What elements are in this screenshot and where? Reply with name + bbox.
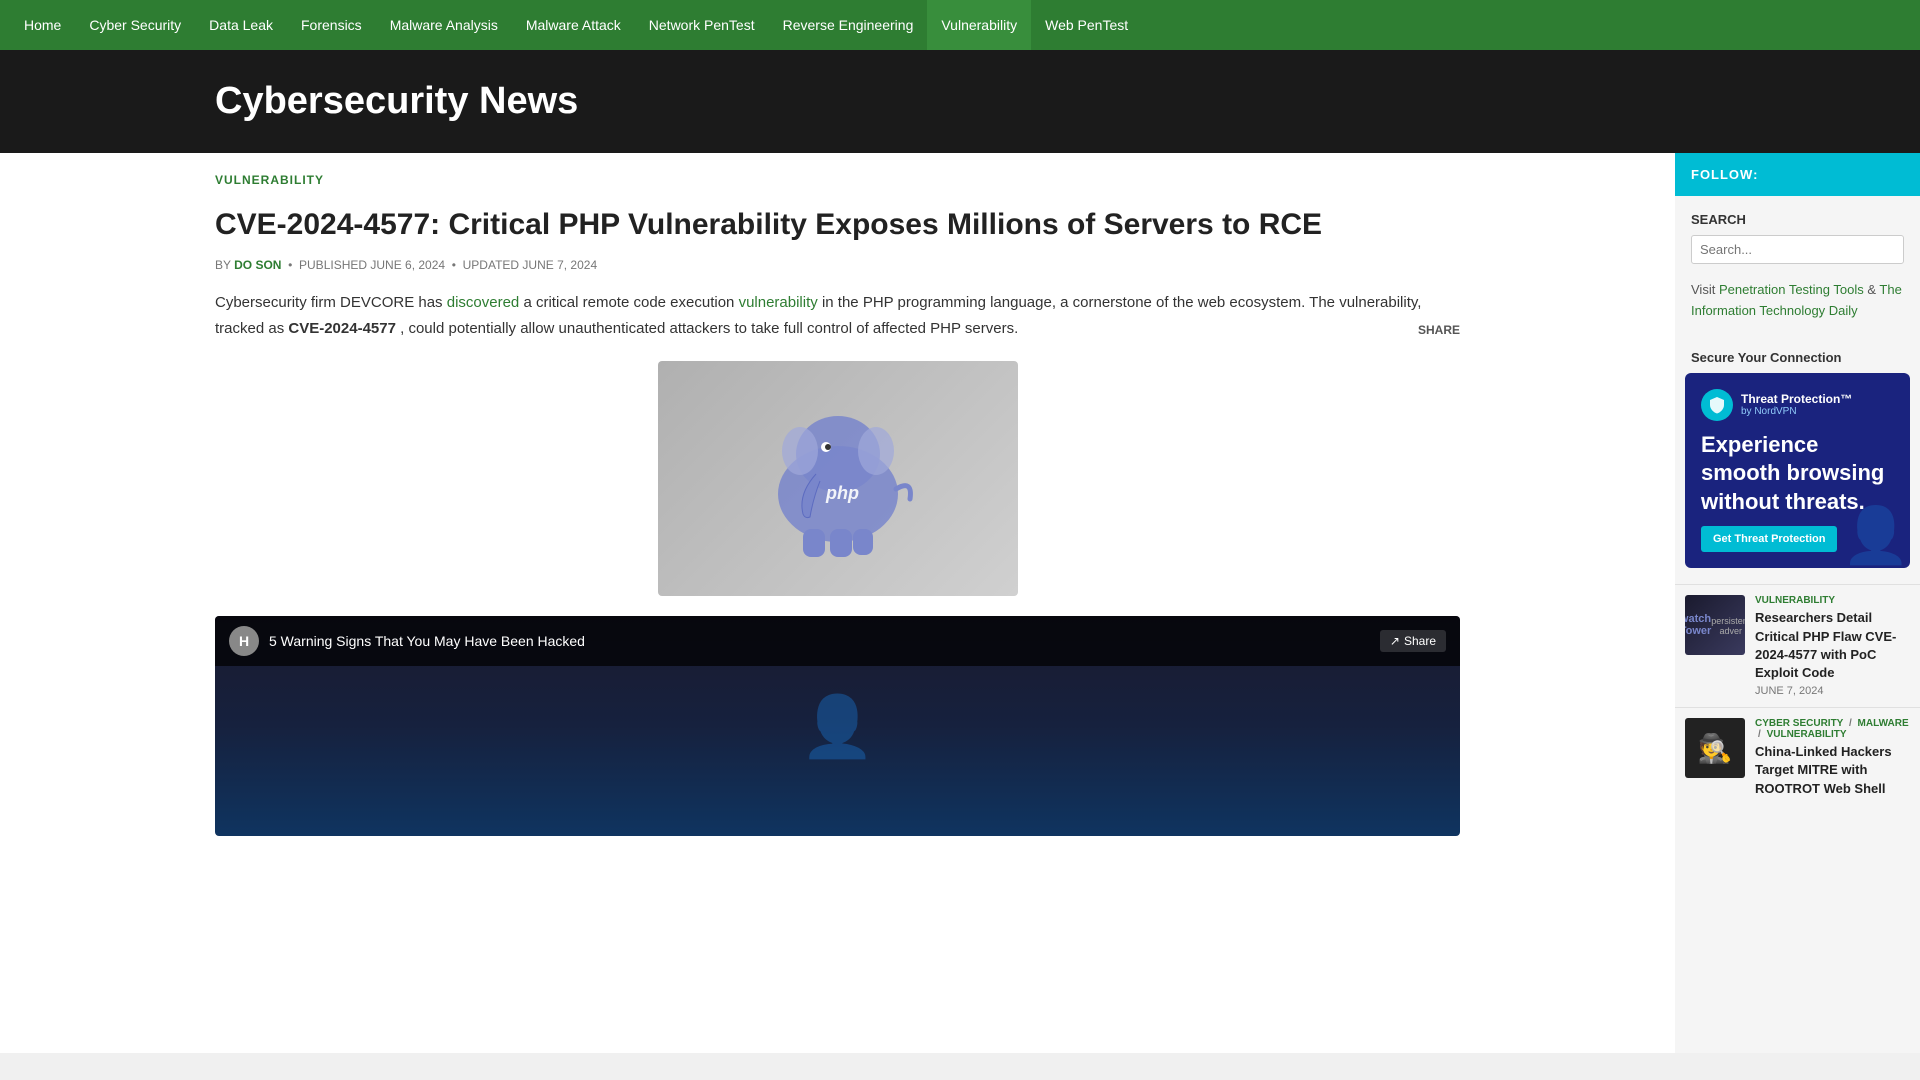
related-category-1: VULNERABILITY [1755, 595, 1910, 606]
discovered-link[interactable]: discovered [447, 294, 520, 311]
related-title-2[interactable]: China-Linked Hackers Target MITRE with R… [1755, 743, 1910, 798]
article-image: php [215, 361, 1460, 596]
visit-text: Visit [1691, 282, 1715, 297]
related-thumb-1: watchTower persistent adver [1685, 595, 1745, 655]
nordvpn-shield-icon [1701, 389, 1733, 421]
cve-id: CVE-2024-4577 [288, 320, 396, 337]
related-article-2[interactable]: 🕵️ CYBER SECURITY / MALWARE / VULNERABIL… [1675, 707, 1920, 811]
sidebar-secure-title: Secure Your Connection [1675, 338, 1920, 373]
svg-text:php: php [825, 483, 859, 503]
nav-cyber-security[interactable]: Cyber Security [75, 0, 195, 50]
related-thumb-2: 🕵️ [1685, 718, 1745, 778]
share-icon: ↗ [1390, 634, 1400, 648]
video-title: 5 Warning Signs That You May Have Been H… [269, 633, 1370, 649]
site-header: Cybersecurity News [0, 50, 1920, 153]
elephant-svg: php [748, 399, 928, 559]
nav-network-pentest[interactable]: Network PenTest [635, 0, 769, 50]
share-label[interactable]: SHARE [1418, 320, 1460, 340]
article-updated: UPDATED JUNE 7, 2024 [463, 258, 598, 272]
breadcrumb: VULNERABILITY [215, 173, 1460, 187]
video-header: H 5 Warning Signs That You May Have Been… [215, 616, 1460, 666]
article-body: Cybersecurity firm DEVCORE has discovere… [215, 290, 1460, 341]
body-text-1: Cybersecurity firm DEVCORE has [215, 294, 443, 311]
sidebar-follow: FOLLOW: [1675, 153, 1920, 196]
sidebar-visit: Visit Penetration Testing Tools & The In… [1675, 280, 1920, 338]
related-date-1: JUNE 7, 2024 [1755, 685, 1910, 697]
nav-malware-analysis[interactable]: Malware Analysis [376, 0, 512, 50]
related-content-1: VULNERABILITY Researchers Detail Critica… [1755, 595, 1910, 697]
article-title: CVE-2024-4577: Critical PHP Vulnerabilit… [215, 205, 1460, 244]
sidebar-search-section: SEARCH [1675, 196, 1920, 280]
site-title: Cybersecurity News [215, 80, 1705, 123]
video-share-label: Share [1404, 634, 1436, 648]
sidebar-search-label: SEARCH [1691, 212, 1904, 227]
related-content-2: CYBER SECURITY / MALWARE / VULNERABILITY… [1755, 718, 1910, 801]
nav-reverse-engineering[interactable]: Reverse Engineering [769, 0, 928, 50]
main-nav: Home Cyber Security Data Leak Forensics … [0, 0, 1920, 50]
search-input[interactable] [1691, 235, 1904, 264]
php-elephant-image: php [658, 361, 1018, 596]
main-content: VULNERABILITY CVE-2024-4577: Critical PH… [0, 153, 1675, 1053]
body-text-1d: , could potentially allow unauthenticate… [400, 320, 1018, 337]
nav-web-pentest[interactable]: Web PenTest [1031, 0, 1142, 50]
nav-forensics[interactable]: Forensics [287, 0, 376, 50]
article-author[interactable]: DO SON [234, 258, 281, 272]
nav-vulnerability[interactable]: Vulnerability [927, 0, 1031, 50]
nordvpn-cta-button[interactable]: Get Threat Protection [1701, 526, 1837, 552]
vulnerability-link[interactable]: vulnerability [739, 294, 818, 311]
video-container[interactable]: 👤 H 5 Warning Signs That You May Have Be… [215, 616, 1460, 836]
nav-data-leak[interactable]: Data Leak [195, 0, 287, 50]
related-article-1[interactable]: watchTower persistent adver VULNERABILIT… [1675, 584, 1920, 707]
nordvpn-logo: Threat Protection™ by NordVPN [1701, 389, 1894, 421]
article-meta: BY DO SON • PUBLISHED JUNE 6, 2024 • UPD… [215, 258, 1460, 272]
video-person-icon: 👤 [800, 691, 875, 762]
related-category-2: CYBER SECURITY / MALWARE / VULNERABILITY [1755, 718, 1910, 740]
nav-home[interactable]: Home [10, 0, 75, 50]
video-channel-icon: H [229, 626, 259, 656]
article-published: PUBLISHED JUNE 6, 2024 [299, 258, 445, 272]
related-title-1[interactable]: Researchers Detail Critical PHP Flaw CVE… [1755, 609, 1910, 682]
nordvpn-brand-text: Threat Protection™ by NordVPN [1741, 392, 1852, 417]
nordvpn-ad[interactable]: Threat Protection™ by NordVPN Experience… [1685, 373, 1910, 569]
nav-malware-attack[interactable]: Malware Attack [512, 0, 635, 50]
pentest-tools-link[interactable]: Penetration Testing Tools [1719, 282, 1864, 297]
sidebar: FOLLOW: SEARCH Visit Penetration Testing… [1675, 153, 1920, 1053]
video-share-button[interactable]: ↗ Share [1380, 630, 1446, 652]
nordvpn-person-icon: 👤 [1842, 503, 1910, 568]
body-text-1b: a critical remote code execution [523, 294, 734, 311]
